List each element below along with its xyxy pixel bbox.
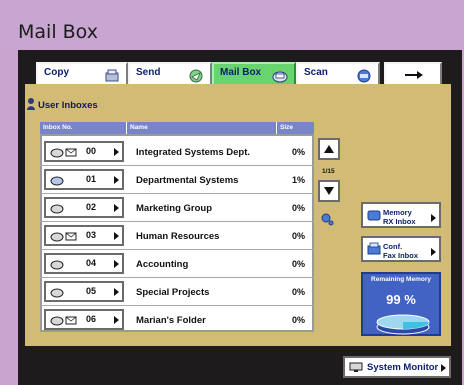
memory-rx-inbox-line1: Memory <box>383 208 412 217</box>
inbox-name: Integrated Systems Dept. <box>136 147 251 158</box>
memory-disk-icon <box>376 314 430 335</box>
copy-icon <box>105 69 119 82</box>
system-monitor-label: System Monitor <box>367 362 439 373</box>
inbox-button[interactable]: 01 <box>44 169 124 190</box>
memory-rx-inbox-line2: RX Inbox <box>383 217 416 226</box>
tab-copy-label: Copy <box>44 67 69 78</box>
remaining-memory-value: 99 % <box>386 292 416 307</box>
triangle-up-icon <box>324 145 334 153</box>
memory-rx-inbox-button[interactable]: Memory RX Inbox <box>361 202 441 228</box>
scroll-down-button[interactable] <box>318 180 340 202</box>
tab-send-label: Send <box>136 67 161 78</box>
conf-fax-inbox-line2: Fax Inbox <box>383 251 419 260</box>
inbox-size: 0% <box>292 315 306 325</box>
inbox-size: 0% <box>292 231 306 241</box>
page-indicator: 1/15 <box>322 168 335 175</box>
table-row[interactable]: 05 Special Projects 0% <box>40 277 314 305</box>
inbox-status-icon <box>50 316 77 326</box>
conf-fax-inbox-line1: Conf. <box>383 242 403 251</box>
monitor-icon <box>349 362 363 372</box>
inbox-number: 04 <box>86 258 97 268</box>
inbox-number: 02 <box>86 202 97 212</box>
system-monitor-button[interactable]: System Monitor <box>343 356 451 378</box>
inbox-button[interactable]: 02 <box>44 197 124 218</box>
scan-icon <box>357 69 371 83</box>
memory-icon <box>367 210 381 221</box>
inbox-name: Marketing Group <box>136 203 213 214</box>
inbox-size: 1% <box>292 175 306 185</box>
fax-icon <box>367 242 381 255</box>
chevron-right-icon <box>114 148 119 156</box>
inbox-number: 01 <box>86 174 97 184</box>
chevron-right-icon <box>441 364 446 372</box>
inbox-button[interactable]: 03 <box>44 225 124 246</box>
inbox-number: 00 <box>86 146 97 156</box>
inbox-status-icon <box>50 176 64 186</box>
memory-rx-inbox-label: Memory RX Inbox <box>383 208 416 226</box>
remaining-memory-title: Remaining Memory <box>371 276 431 283</box>
chevron-right-icon <box>114 176 119 184</box>
inbox-status-icon <box>50 288 64 298</box>
inbox-name: Special Projects <box>136 287 210 298</box>
conf-fax-inbox-label: Conf. Fax Inbox <box>383 242 418 260</box>
inbox-status-icon <box>50 204 64 214</box>
table-row[interactable]: 00 Integrated Systems Dept. 0% <box>40 137 314 165</box>
chevron-right-icon <box>114 316 119 324</box>
inbox-button[interactable]: 06 <box>44 309 124 330</box>
tab-scan-label: Scan <box>304 67 328 78</box>
inbox-status-icon <box>50 260 64 270</box>
column-header-size: Size <box>276 122 314 134</box>
table-row[interactable]: 03 Human Resources 0% <box>40 221 314 249</box>
window-title: Mail Box <box>18 21 98 43</box>
table-row[interactable]: 01 Departmental Systems 1% <box>40 165 314 193</box>
inbox-name: Departmental Systems <box>136 175 239 186</box>
inbox-size: 0% <box>292 203 306 213</box>
chevron-right-icon <box>114 204 119 212</box>
inbox-status-icon <box>50 232 77 242</box>
table-row[interactable]: 02 Marketing Group 0% <box>40 193 314 221</box>
inbox-number: 06 <box>86 314 97 324</box>
inbox-size: 0% <box>292 259 306 269</box>
user-icon <box>27 98 35 110</box>
chevron-right-icon <box>431 214 436 222</box>
column-header-inbox-no: Inbox No. <box>40 122 126 134</box>
column-header-name: Name <box>126 122 276 134</box>
remaining-memory-panel: Remaining Memory 99 % <box>361 272 441 336</box>
chevron-right-icon <box>114 288 119 296</box>
inbox-button[interactable]: 00 <box>44 141 124 162</box>
network-icon <box>321 213 334 226</box>
inbox-button[interactable]: 05 <box>44 281 124 302</box>
mailbox-icon <box>272 71 288 83</box>
chevron-right-icon <box>114 232 119 240</box>
scroll-up-button[interactable] <box>318 138 340 160</box>
inbox-size: 0% <box>292 147 306 157</box>
inbox-name: Human Resources <box>136 231 220 242</box>
chevron-right-icon <box>114 260 119 268</box>
tab-mail-box-label: Mail Box <box>220 67 262 78</box>
inbox-size: 0% <box>292 287 306 297</box>
chevron-right-icon <box>431 248 436 256</box>
inbox-number: 05 <box>86 286 97 296</box>
triangle-down-icon <box>324 187 334 195</box>
inbox-status-icon <box>50 148 77 158</box>
inbox-name: Accounting <box>136 259 189 270</box>
inbox-name: Marian's Folder <box>136 315 206 326</box>
inbox-button[interactable]: 04 <box>44 253 124 274</box>
window-caption: Mail Box <box>0 0 464 48</box>
arrow-right-icon <box>405 71 423 79</box>
table-row[interactable]: 04 Accounting 0% <box>40 249 314 277</box>
section-title: User Inboxes <box>38 100 98 111</box>
inbox-number: 03 <box>86 230 97 240</box>
send-icon <box>189 69 203 83</box>
table-row[interactable]: 06 Marian's Folder 0% <box>40 305 314 333</box>
conf-fax-inbox-button[interactable]: Conf. Fax Inbox <box>361 236 441 262</box>
